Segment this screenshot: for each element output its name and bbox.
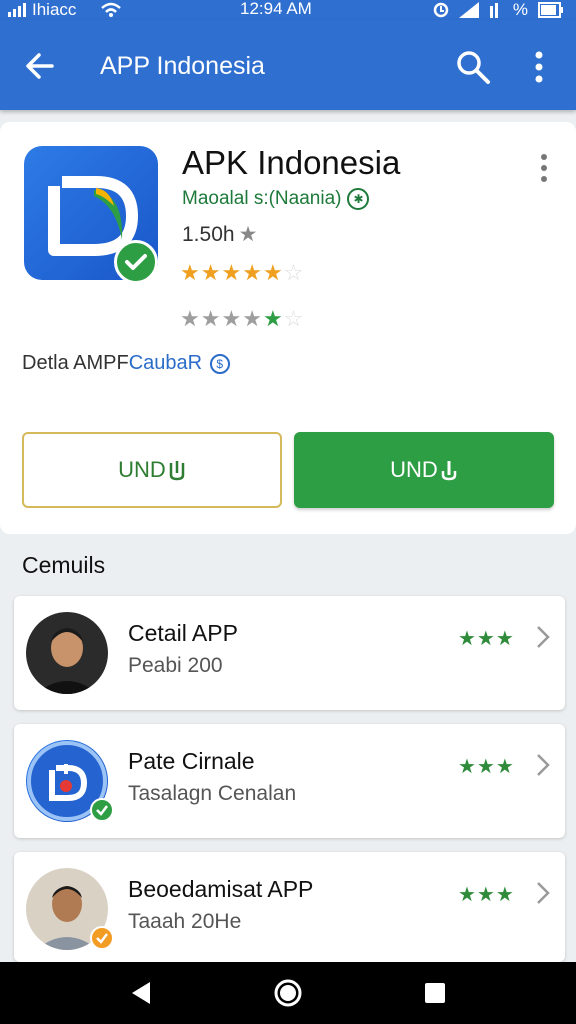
list-item-rating: ★★★ [458, 884, 515, 906]
system-nav-bar [0, 962, 576, 1024]
developer-name: Maoalal s:(Naania) [182, 188, 342, 209]
star-outline-icon: ★ [238, 223, 258, 246]
app-size-value: 1.50h [182, 222, 235, 246]
star-icon: ★ [242, 306, 262, 331]
app-bar-title: APP Indonesia [100, 52, 265, 80]
section-title: Cemuils [22, 552, 106, 578]
list-item[interactable]: Pate Cirnale Tasalagn Cenalan ★★★ [14, 724, 565, 838]
star-empty-icon: ☆ [283, 260, 304, 285]
list-item[interactable]: Cetail APP Peabi 200 ★★★ [14, 596, 565, 710]
clock: 12:94 AM [240, 0, 312, 18]
network-icon [489, 3, 498, 18]
nav-back-icon[interactable] [126, 978, 156, 1008]
star-icon: ★ [262, 306, 283, 331]
list-item-title: Beoedamisat APP [128, 876, 314, 902]
star-icon: ★ [200, 260, 221, 285]
detail-link-text: CaubaR [128, 352, 203, 374]
star-icon: ★ [180, 260, 200, 285]
detail-link[interactable]: Detla AMPFCaubaR $ [22, 352, 230, 375]
developer-link[interactable]: Maoalal s:(Naania) ✱ [182, 188, 370, 210]
app-name: APK Indonesia [182, 144, 401, 181]
list-item-title: Pate Cirnale [128, 748, 255, 774]
secondary-rating-stars: ★ ★ ★ ★ ★ ☆ [180, 308, 303, 330]
battery-icon [538, 2, 563, 18]
overflow-menu-icon[interactable] [524, 48, 554, 86]
download-button[interactable]: UND [294, 432, 554, 508]
carrier-label: Ihiacc [32, 0, 77, 19]
developer-badge-icon: ✱ [347, 188, 370, 210]
status-bar: Ihiacc 12:94 AM % [0, 0, 576, 20]
list-item[interactable]: Beoedamisat APP Taaah 20He ★★★ [14, 852, 565, 962]
download-outline-label: UND [118, 457, 166, 482]
download-label: UND [390, 457, 438, 482]
cell-signal-icon [458, 2, 479, 18]
search-icon[interactable] [454, 48, 492, 86]
list-item-rating: ★★★ [458, 756, 515, 778]
star-icon: ★ [221, 260, 242, 285]
download-icon [169, 461, 185, 481]
detail-prefix: Detla AMPF [22, 352, 129, 374]
battery-percent: % [512, 0, 528, 19]
star-icon: ★ [180, 306, 200, 331]
list-item-subtitle: Taaah 20He [128, 910, 242, 933]
sync-icon [433, 2, 449, 18]
chevron-right-icon[interactable] [534, 880, 552, 906]
wifi-icon [101, 2, 122, 17]
nav-recents-icon[interactable] [420, 978, 450, 1008]
app-detail-card: APK Indonesia Maoalal s:(Naania) ✱ 1.50h… [0, 122, 576, 534]
info-circle-icon: $ [209, 353, 230, 374]
list-item-subtitle: Peabi 200 [128, 654, 223, 677]
rating-stars: ★ ★ ★ ★ ★ ☆ [180, 262, 303, 284]
chevron-right-icon[interactable] [534, 752, 552, 778]
card-overflow-menu-icon[interactable] [530, 152, 558, 184]
download-outline-button[interactable]: UND [22, 432, 282, 508]
back-arrow-icon[interactable] [22, 48, 58, 84]
star-icon: ★ [200, 306, 221, 331]
nav-home-icon[interactable] [273, 978, 303, 1008]
star-empty-icon: ☆ [283, 306, 304, 331]
download-icon [441, 461, 457, 481]
verified-check-icon [114, 240, 158, 284]
app-size: 1.50h ★ [182, 222, 257, 247]
star-icon: ★ [262, 260, 283, 285]
avatar [26, 612, 108, 694]
star-icon: ★ [221, 306, 242, 331]
verified-badge-icon [90, 798, 114, 822]
list-item-rating: ★★★ [458, 628, 515, 650]
signal-icon [8, 3, 26, 17]
star-icon: ★ [242, 260, 262, 285]
app-bar: APP Indonesia [0, 20, 576, 110]
list-item-title: Cetail APP [128, 620, 238, 646]
list-item-subtitle: Tasalagn Cenalan [128, 782, 297, 805]
chevron-right-icon[interactable] [534, 624, 552, 650]
badge-icon [90, 926, 114, 950]
